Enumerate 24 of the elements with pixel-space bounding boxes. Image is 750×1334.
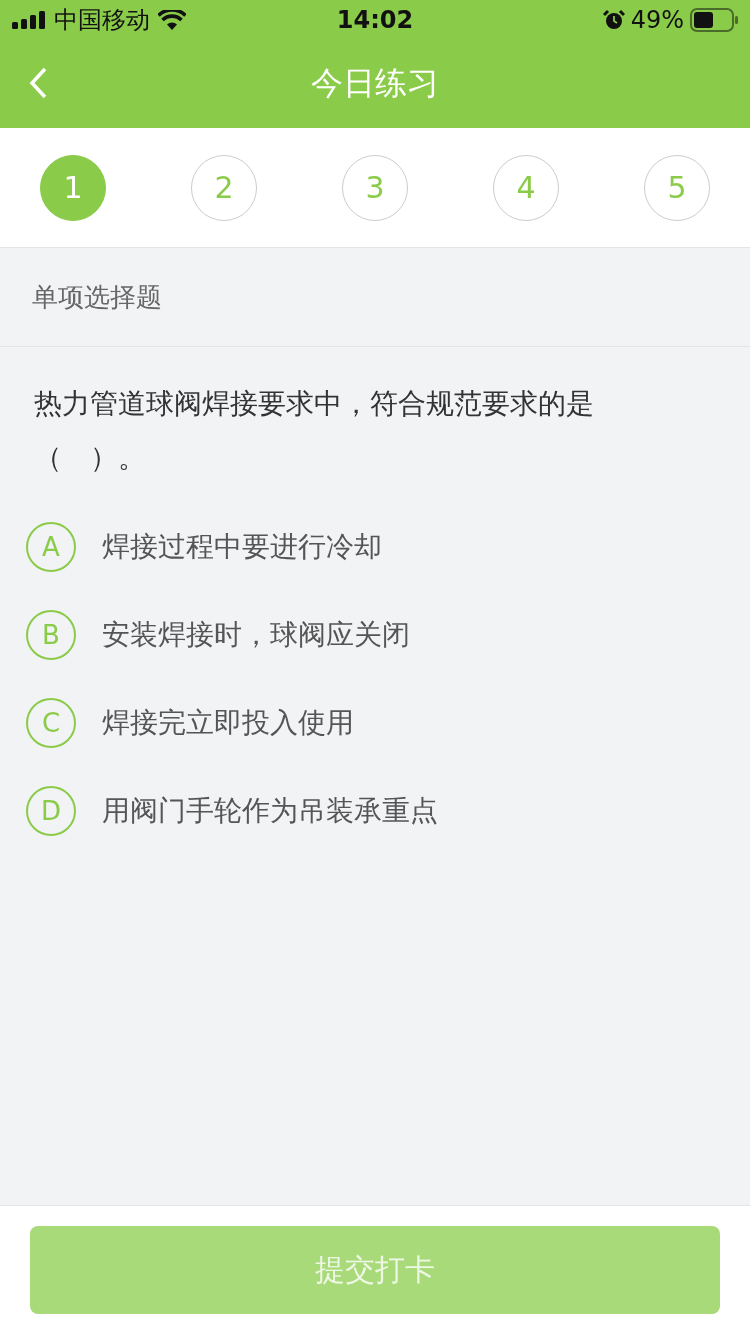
option-letter[interactable]: A — [26, 522, 76, 572]
page-title: 今日练习 — [311, 63, 439, 104]
battery-percent: 49% — [630, 6, 684, 34]
option-letter[interactable]: B — [26, 610, 76, 660]
signal-icon — [12, 11, 46, 29]
option-letter[interactable]: D — [26, 786, 76, 836]
question-text: 热力管道球阀焊接要求中，符合规范要求的是（ ）。 — [34, 386, 595, 476]
option-text[interactable]: 焊接过程中要进行冷却 — [102, 528, 382, 566]
question-number-tab[interactable]: 5 — [644, 154, 710, 221]
question-number-tab[interactable]: 3 — [342, 154, 408, 221]
option-text[interactable]: 安装焊接时，球阀应关闭 — [102, 616, 410, 654]
option-text[interactable]: 用阀门手轮作为吊装承重点 — [102, 792, 438, 830]
battery-icon — [690, 8, 738, 32]
question-type-label: 单项选择题 — [32, 280, 162, 314]
status-time: 14:02 — [336, 6, 414, 34]
back-button[interactable] — [28, 66, 48, 100]
question-number-tab[interactable]: 4 — [493, 154, 559, 221]
carrier-name: 中国移动 — [54, 5, 150, 36]
option-text[interactable]: 焊接完立即投入使用 — [102, 704, 354, 742]
alarm-clock-icon — [602, 9, 625, 31]
option-letter[interactable]: C — [26, 698, 76, 748]
question-number-tab[interactable]: 1 — [40, 154, 106, 221]
wifi-icon — [158, 10, 186, 30]
question-number-tab[interactable]: 2 — [191, 154, 257, 221]
